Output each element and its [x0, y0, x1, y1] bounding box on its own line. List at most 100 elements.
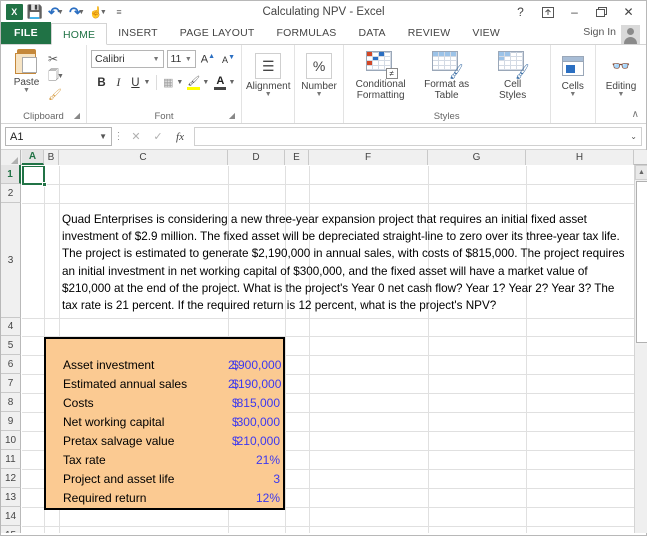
row-header-11[interactable]: 11 — [1, 450, 21, 469]
format-as-table-button[interactable]: 🖌 Format as Table — [414, 47, 480, 101]
font-size-combo[interactable]: 11 ▼ — [166, 50, 196, 68]
row-header-14[interactable]: 14 — [1, 507, 21, 526]
name-box[interactable]: A1 ▼ — [5, 127, 112, 146]
row-header-2[interactable]: 2 — [1, 184, 21, 203]
row-header-4[interactable]: 4 — [1, 318, 21, 336]
underline-button[interactable]: U — [128, 73, 143, 92]
input-table-label[interactable]: Estimated annual sales — [63, 377, 187, 391]
row-header-10[interactable]: 10 — [1, 431, 21, 450]
italic-button[interactable]: I — [111, 73, 126, 92]
input-table-label[interactable]: Required return — [63, 491, 146, 505]
tab-page-layout[interactable]: PAGE LAYOUT — [169, 22, 266, 44]
close-icon[interactable]: ✕ — [615, 2, 642, 22]
expand-formula-bar-icon[interactable]: ⌄ — [630, 132, 637, 141]
fill-handle[interactable] — [42, 182, 47, 187]
ribbon-group-number[interactable]: % Number ▼ — [295, 45, 344, 123]
tab-view[interactable]: VIEW — [461, 22, 511, 44]
ribbon-group-alignment[interactable]: ☰ Alignment ▼ — [242, 45, 296, 123]
paste-button[interactable]: Paste ▼ — [5, 47, 48, 94]
row-header-8[interactable]: 8 — [1, 393, 21, 412]
clipboard-dialog-launcher-icon[interactable]: ◢ — [74, 109, 80, 122]
input-table-value[interactable]: 2,900,000 — [228, 358, 281, 372]
fill-color-dropdown-icon[interactable]: ▼ — [202, 73, 211, 92]
input-table-label[interactable]: Costs — [63, 396, 94, 410]
row-header-1[interactable]: 1 — [1, 165, 21, 184]
question-text-cell[interactable]: Quad Enterprises is considering a new th… — [62, 211, 629, 314]
input-table-value[interactable]: 300,000 — [228, 415, 280, 429]
input-table-label[interactable]: Net working capital — [63, 415, 164, 429]
fill-color-button[interactable]: 🖌 — [187, 73, 202, 92]
row-header-5[interactable]: 5 — [1, 336, 21, 355]
input-table-label[interactable]: Tax rate — [63, 453, 106, 467]
column-header-e[interactable]: E — [285, 150, 309, 165]
row-header-6[interactable]: 6 — [1, 355, 21, 374]
font-color-button[interactable]: A — [213, 73, 228, 92]
underline-dropdown-icon[interactable]: ▼ — [143, 73, 152, 92]
tab-file[interactable]: FILE — [1, 22, 51, 44]
touch-mode-icon[interactable]: ☝ ▼ — [88, 3, 108, 22]
tab-data[interactable]: DATA — [347, 22, 396, 44]
column-header-f[interactable]: F — [309, 150, 428, 165]
formula-input[interactable]: ⌄ — [194, 127, 642, 146]
scroll-up-button[interactable]: ▲ — [635, 165, 647, 180]
ribbon-display-options-icon[interactable] — [534, 2, 561, 22]
input-table-value[interactable]: 12% — [228, 491, 280, 505]
redo-icon[interactable]: ↷ ▼ — [67, 3, 87, 22]
cancel-formula-icon[interactable]: ✕ — [125, 127, 147, 146]
row-header-15[interactable]: 15 — [1, 526, 21, 533]
tab-home[interactable]: HOME — [50, 23, 108, 45]
minimize-icon[interactable]: – — [561, 2, 588, 22]
font-dialog-launcher-icon[interactable]: ◢ — [229, 109, 235, 122]
column-header-d[interactable]: D — [228, 150, 285, 165]
input-table-label[interactable]: Pretax salvage value — [63, 434, 174, 448]
format-painter-button[interactable]: 🖌 — [48, 86, 82, 103]
input-table-label[interactable]: Asset investment — [63, 358, 154, 372]
row-header-12[interactable]: 12 — [1, 469, 21, 488]
insert-function-icon[interactable]: fx — [169, 127, 191, 146]
select-all-button[interactable] — [1, 150, 21, 165]
shrink-font-icon[interactable]: A▼ — [220, 54, 237, 65]
row-header-3[interactable]: 3 — [1, 203, 21, 318]
input-table-value[interactable]: 210,000 — [228, 434, 280, 448]
input-table-label[interactable]: Project and asset life — [63, 472, 174, 486]
avatar[interactable] — [621, 25, 640, 44]
input-table-value[interactable]: 815,000 — [228, 396, 280, 410]
font-color-dropdown-icon[interactable]: ▼ — [228, 73, 237, 92]
cut-button[interactable]: ✂ — [48, 50, 82, 67]
borders-button[interactable]: ▦ — [161, 73, 176, 92]
font-name-combo[interactable]: Calibri ▼ — [91, 50, 164, 68]
column-header-c[interactable]: C — [59, 150, 228, 165]
bold-button[interactable]: B — [94, 73, 109, 92]
column-header-a[interactable]: A — [22, 150, 44, 165]
customize-qat-icon[interactable]: ≡ — [109, 3, 129, 22]
column-header-b[interactable]: B — [44, 150, 59, 165]
input-table-value[interactable]: 3 — [228, 472, 280, 486]
copy-button[interactable]: 🗍 ▼ — [48, 68, 82, 85]
tab-review[interactable]: REVIEW — [397, 22, 462, 44]
borders-dropdown-icon[interactable]: ▼ — [176, 73, 185, 92]
scrollbar-track[interactable] — [635, 345, 647, 533]
column-header-g[interactable]: G — [428, 150, 526, 165]
restore-icon[interactable] — [588, 2, 615, 22]
save-icon[interactable]: 💾 — [25, 3, 45, 22]
vertical-scrollbar[interactable]: ▲ — [634, 165, 647, 533]
column-header-h[interactable]: H — [526, 150, 634, 165]
sign-in-link[interactable]: Sign In — [583, 26, 616, 38]
undo-icon[interactable]: ↶ ▼ — [46, 3, 66, 22]
cell-area[interactable]: Quad Enterprises is considering a new th… — [22, 166, 634, 533]
input-table-value[interactable]: 2,190,000 — [228, 377, 281, 391]
tab-insert[interactable]: INSERT — [107, 22, 169, 44]
cell-styles-button[interactable]: 🖌 Cell Styles — [480, 47, 546, 101]
row-header-13[interactable]: 13 — [1, 488, 21, 507]
enter-formula-icon[interactable]: ✓ — [147, 127, 169, 146]
scrollbar-thumb[interactable] — [636, 181, 647, 343]
tab-formulas[interactable]: FORMULAS — [266, 22, 348, 44]
row-header-7[interactable]: 7 — [1, 374, 21, 393]
conditional-formatting-button[interactable]: ≠ Conditional Formatting — [348, 47, 414, 101]
row-header-9[interactable]: 9 — [1, 412, 21, 431]
ribbon-group-cells[interactable]: Cells ▼ — [551, 45, 596, 123]
help-icon[interactable]: ? — [507, 2, 534, 22]
grow-font-icon[interactable]: A▲ — [199, 53, 217, 66]
collapse-ribbon-icon[interactable]: ∧ — [632, 109, 639, 120]
input-table-value[interactable]: 21% — [228, 453, 280, 467]
